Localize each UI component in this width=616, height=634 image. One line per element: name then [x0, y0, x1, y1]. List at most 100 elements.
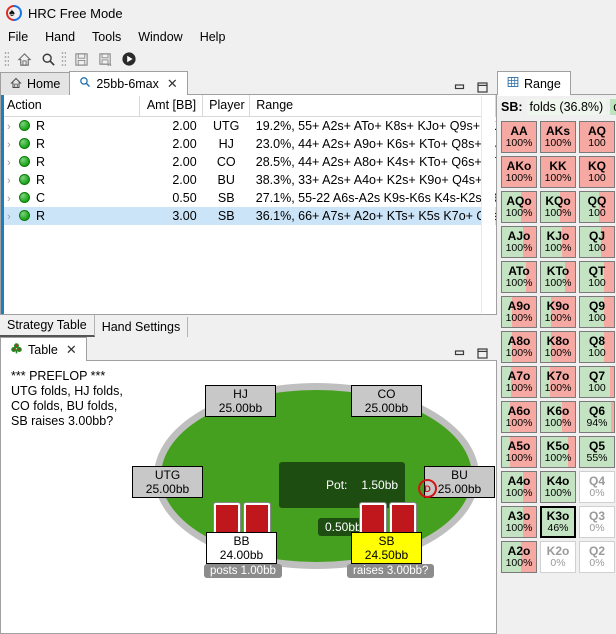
- tab-hand-settings[interactable]: Hand Settings: [94, 317, 189, 337]
- range-cell[interactable]: K3o 46%: [540, 506, 576, 538]
- range-cell[interactable]: QQ 100: [579, 191, 615, 223]
- minimize-button[interactable]: [453, 82, 466, 93]
- cell-range: 23.0%, 44+ A2s+ A9o+ K6s+ KTo+ Q8s+ QJo …: [255, 137, 496, 151]
- tab-range[interactable]: Range: [497, 71, 571, 96]
- seat-sb[interactable]: SB 24.50bb: [351, 532, 422, 564]
- range-cell[interactable]: KJo 100%: [540, 226, 576, 258]
- seat-hj[interactable]: HJ 25.00bb: [205, 385, 276, 417]
- vertical-scrollbar[interactable]: [481, 96, 495, 313]
- menu-item-tools[interactable]: Tools: [92, 30, 121, 44]
- close-icon[interactable]: ✕: [66, 343, 77, 356]
- range-cell[interactable]: Q7 100: [579, 366, 615, 398]
- hand-frequency: 100: [588, 347, 606, 359]
- maximize-button[interactable]: [476, 348, 489, 359]
- range-header-next[interactable]: c: [610, 99, 616, 115]
- table-row[interactable]: › R 2.00 CO 28.5%, 44+ A2s+ A8o+ K4s+ KTo+ Q…: [1, 153, 496, 171]
- range-cell[interactable]: KQo 100%: [540, 191, 576, 223]
- range-cell[interactable]: K2o 0%: [540, 541, 576, 573]
- tab-25bb-6max[interactable]: 25bb-6max ✕: [69, 71, 188, 96]
- range-cell[interactable]: AJo 100%: [501, 226, 537, 258]
- toolbar: [0, 47, 616, 72]
- column-header-action[interactable]: Action: [1, 95, 140, 117]
- seat-bb[interactable]: BB 24.00bb: [206, 532, 277, 564]
- table-row[interactable]: › R 3.00 SB 36.1%, 66+ A7s+ A2o+ KTs+ K5s K7…: [1, 207, 496, 225]
- range-cell[interactable]: Q2 0%: [579, 541, 615, 573]
- range-cell[interactable]: A5o 100%: [501, 436, 537, 468]
- seat-utg[interactable]: UTG 25.00bb: [132, 466, 203, 498]
- search-icon[interactable]: [37, 49, 59, 69]
- range-cell[interactable]: Q8 100: [579, 331, 615, 363]
- menu-item-help[interactable]: Help: [200, 30, 226, 44]
- menu-item-hand[interactable]: Hand: [45, 30, 75, 44]
- expander-icon[interactable]: ›: [7, 139, 19, 151]
- menu-item-file[interactable]: File: [8, 30, 28, 44]
- range-cell[interactable]: Q4 0%: [579, 471, 615, 503]
- range-cell[interactable]: A2o 100%: [501, 541, 537, 573]
- range-cell[interactable]: Q6 94%: [579, 401, 615, 433]
- cell-action: › R: [1, 117, 139, 136]
- expander-icon[interactable]: ›: [7, 175, 19, 187]
- range-cell[interactable]: KQ 100: [579, 156, 615, 188]
- range-cell[interactable]: QJ 100: [579, 226, 615, 258]
- seat-co[interactable]: CO 25.00bb: [351, 385, 422, 417]
- column-header-amount[interactable]: Amt [BB]: [139, 95, 204, 117]
- range-cell[interactable]: A8o 100%: [501, 331, 537, 363]
- expander-icon[interactable]: ›: [7, 121, 19, 133]
- range-cell[interactable]: K9o 100%: [540, 296, 576, 328]
- range-cell[interactable]: KK 100%: [540, 156, 576, 188]
- range-cell[interactable]: A3o 100%: [501, 506, 537, 538]
- table-row[interactable]: › C 0.50 SB 27.1%, 55-22 A6s-A2s K9s-K6s K4s…: [1, 189, 496, 207]
- range-cell[interactable]: A9o 100%: [501, 296, 537, 328]
- tab-strategy-table[interactable]: Strategy Table: [0, 315, 95, 337]
- range-cell[interactable]: AQo 100%: [501, 191, 537, 223]
- maximize-button[interactable]: [476, 82, 489, 93]
- column-header-player[interactable]: Player: [202, 95, 251, 117]
- minimize-button[interactable]: [453, 348, 466, 359]
- range-cell[interactable]: ATo 100%: [501, 261, 537, 293]
- hand-frequency: 100%: [544, 242, 572, 254]
- range-cell[interactable]: Q9 100: [579, 296, 615, 328]
- range-cell[interactable]: A6o 100%: [501, 401, 537, 433]
- toolbar-grip[interactable]: [4, 51, 9, 67]
- table-row[interactable]: › R 2.00 UTG 19.2%, 55+ A2s+ ATo+ K8s+ KJo+ …: [1, 117, 496, 136]
- run-icon[interactable]: [118, 49, 140, 69]
- save-as-icon[interactable]: [94, 49, 116, 69]
- hand-frequency: 100%: [544, 312, 572, 324]
- range-cell[interactable]: AA 100%: [501, 121, 537, 153]
- hand-frequency: 0%: [589, 522, 605, 534]
- menu-item-window[interactable]: Window: [138, 30, 182, 44]
- range-cell[interactable]: K5o 100%: [540, 436, 576, 468]
- range-cell[interactable]: A7o 100%: [501, 366, 537, 398]
- range-cell[interactable]: K8o 100%: [540, 331, 576, 363]
- range-cell[interactable]: Q3 0%: [579, 506, 615, 538]
- range-cell[interactable]: KTo 100%: [540, 261, 576, 293]
- range-cell[interactable]: K4o 100%: [540, 471, 576, 503]
- range-cell[interactable]: AKs 100%: [540, 121, 576, 153]
- expander-icon[interactable]: ›: [7, 157, 19, 169]
- range-cell[interactable]: Q5 55%: [579, 436, 615, 468]
- range-cell[interactable]: AKo 100%: [501, 156, 537, 188]
- save-icon[interactable]: [70, 49, 92, 69]
- home-icon[interactable]: [13, 49, 35, 69]
- toolbar-grip-2[interactable]: [61, 51, 66, 67]
- expander-icon[interactable]: ›: [7, 211, 19, 223]
- table-row[interactable]: › R 2.00 BU 38.3%, 33+ A2s+ A4o+ K2s+ K9o+ Q…: [1, 171, 496, 189]
- range-cell[interactable]: AQ 100: [579, 121, 615, 153]
- tab-home[interactable]: Home: [0, 72, 71, 95]
- range-cell[interactable]: QT 100: [579, 261, 615, 293]
- cell-action: › C: [1, 189, 139, 207]
- column-header-range[interactable]: Range: [249, 95, 496, 117]
- range-header-action[interactable]: folds (36.8%): [526, 99, 607, 115]
- close-icon[interactable]: ✕: [167, 77, 178, 90]
- range-cell[interactable]: A4o 100%: [501, 471, 537, 503]
- range-row: AQo 100% KQo 100% QQ 100: [501, 191, 616, 223]
- range-cell[interactable]: K7o 100%: [540, 366, 576, 398]
- range-cell[interactable]: K6o 100%: [540, 401, 576, 433]
- tab-table[interactable]: Table ✕: [0, 337, 87, 362]
- expander-icon[interactable]: ›: [7, 193, 19, 205]
- seat-position: UTG: [154, 468, 181, 482]
- strategy-subtabs: Strategy Table Hand Settings: [0, 315, 497, 337]
- pot-value: 1.50bb: [361, 478, 399, 492]
- table-row[interactable]: › R 2.00 HJ 23.0%, 44+ A2s+ A9o+ K6s+ KTo+ Q…: [1, 135, 496, 153]
- range-row: A9o 100% K9o 100% Q9 100: [501, 296, 616, 328]
